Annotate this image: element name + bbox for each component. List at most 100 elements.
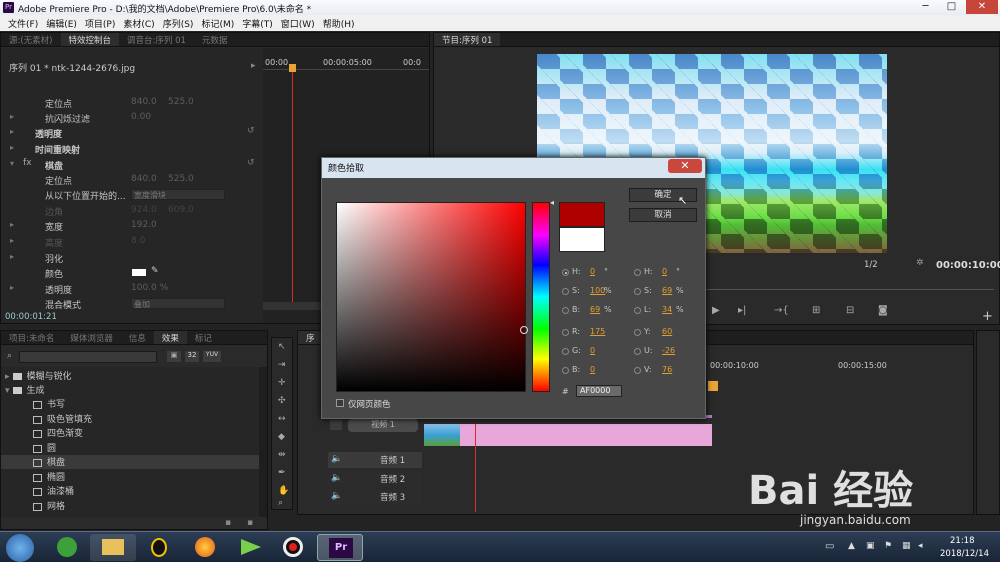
tray-volume-icon[interactable]: ◂ (918, 541, 923, 551)
video-track-label[interactable]: 视频 1 (348, 419, 418, 432)
zoom-tool-icon[interactable]: ⌕ (278, 498, 283, 508)
taskbar-player-icon[interactable] (228, 534, 274, 561)
saturation-brightness-field[interactable] (336, 202, 526, 392)
selection-tool-icon[interactable]: ↖ (278, 342, 286, 352)
audio-track-2-header[interactable]: 🔈 音频 2 (328, 471, 422, 487)
dialog-close-button[interactable]: ✕ (668, 159, 702, 173)
effects-search-input[interactable] (19, 351, 157, 363)
tab-source[interactable]: 源:(无素材) (1, 33, 61, 46)
folder-generate[interactable]: ▾ 生成 (5, 383, 255, 397)
close-window-button[interactable]: ✕ (966, 0, 998, 14)
tray-network-icon[interactable]: ▦ (902, 541, 911, 551)
prop-opacity-group[interactable]: ▸ 透明度 ↺ (1, 126, 263, 141)
tab-effects[interactable]: 效果 (153, 331, 187, 344)
folder-blur-sharpen[interactable]: ▸ 模糊与锐化 (5, 369, 255, 383)
program-timecode[interactable]: 00:00:10:00 (936, 260, 1000, 271)
tab-markers[interactable]: 标记 (187, 331, 220, 344)
audio-track-1-header[interactable]: 🔈 音频 1 (328, 452, 422, 468)
menu-title[interactable]: 字幕(T) (238, 15, 277, 31)
menu-project[interactable]: 项目(P) (81, 15, 119, 31)
minimize-button[interactable]: ─ (913, 0, 938, 14)
slip-tool-icon[interactable]: ⇹ (278, 450, 286, 460)
play-only-icon[interactable]: ▸ (251, 61, 256, 71)
accelerated-badge-icon[interactable]: ▣ (167, 351, 181, 362)
tab-audio-mixer[interactable]: 调音台:序列 01 (119, 33, 194, 46)
taskbar-qq-icon[interactable] (136, 534, 182, 561)
timeline-work-area-marker[interactable] (708, 381, 718, 391)
clock-time[interactable]: 21:18 (950, 536, 975, 546)
shuttle-icon[interactable]: →{ (774, 305, 789, 316)
clip-thumbnail[interactable] (424, 424, 460, 446)
color-swatch[interactable] (132, 269, 146, 276)
zoom-select[interactable]: 1/2 (864, 260, 878, 270)
effect-paint-bucket[interactable]: 油漆桶 (5, 484, 255, 498)
effect-circle[interactable]: 圆 (5, 441, 255, 455)
playhead-handle[interactable] (289, 64, 296, 72)
speaker-icon[interactable]: 🔈 (331, 491, 342, 501)
prop-width[interactable]: ▸ 宽度 192.0 (1, 219, 263, 234)
taskbar-premiere-icon[interactable]: Pr (317, 534, 363, 561)
effects-scrollbar[interactable] (259, 367, 267, 517)
menu-marker[interactable]: 标记(M) (197, 15, 238, 31)
size-from-dropdown[interactable]: 宽度滑块 (131, 189, 225, 200)
effect-grid[interactable]: 网格 (5, 499, 255, 513)
tray-flag-icon[interactable]: ⚑ (884, 541, 892, 551)
delete-icon[interactable]: ▪ (247, 518, 253, 528)
menu-file[interactable]: 文件(F) (4, 15, 42, 31)
hue-slider[interactable] (532, 202, 550, 392)
eyedropper-icon[interactable]: ✎ (151, 266, 159, 276)
start-button-icon[interactable] (6, 534, 34, 562)
effect-ellipse[interactable]: 椭圆 (5, 470, 255, 484)
taskbar-record-icon[interactable] (271, 534, 317, 561)
camera-icon[interactable]: ◙ (878, 305, 888, 316)
prop-checkerboard[interactable]: ▾ fx 棋盘 ↺ (1, 158, 263, 173)
yuv-badge[interactable]: YUV (203, 351, 221, 362)
wrench-icon[interactable]: ✲ (916, 258, 924, 268)
prop-size-from[interactable]: 从以下位置开始的... 宽度滑块 (1, 188, 263, 203)
hue-slider-arrow-icon[interactable]: ◂ (550, 198, 554, 207)
cancel-button[interactable]: 取消 (629, 208, 697, 222)
tab-metadata[interactable]: 元数据 (194, 33, 236, 46)
pen-tool-icon[interactable]: ✒ (278, 468, 286, 478)
speaker-icon[interactable]: 🔈 (331, 454, 342, 464)
taskbar-360-icon[interactable] (44, 534, 90, 561)
prop-opacity[interactable]: ▸ 透明度 100.0 % (1, 282, 263, 297)
blend-mode-dropdown[interactable]: 叠加 (131, 298, 225, 309)
rate-stretch-tool-icon[interactable]: ↔ (278, 414, 286, 424)
effect-eyedropper-fill[interactable]: 吸色管填充 (5, 412, 255, 426)
next-frame-icon[interactable]: ▸| (738, 305, 746, 316)
prop-feather[interactable]: ▸ 羽化 (1, 251, 263, 266)
tab-program[interactable]: 节目:序列 01 (434, 33, 501, 46)
hex-input[interactable]: AF0000 (576, 385, 622, 397)
color-selector-handle[interactable] (520, 326, 528, 334)
menu-window[interactable]: 窗口(W) (277, 15, 319, 31)
prop-anti-flicker[interactable]: ▸ 抗闪烁过滤 0.00 (1, 111, 263, 126)
clock-date[interactable]: 2018/12/14 (940, 549, 989, 559)
effect-4color-gradient[interactable]: 四色渐变 (5, 426, 255, 440)
taskbar-explorer-icon[interactable] (90, 534, 136, 561)
32bit-badge[interactable]: 32 (185, 351, 199, 362)
taskbar-firefox-icon[interactable] (182, 534, 228, 561)
web-colors-checkbox[interactable] (336, 399, 344, 407)
tray-up-icon[interactable]: ▲ (848, 541, 855, 551)
prop-time-remap[interactable]: ▸ 时间重映射 (1, 142, 263, 157)
tab-project[interactable]: 项目:未命名 (1, 331, 62, 344)
menu-clip[interactable]: 素材(C) (119, 15, 158, 31)
rolling-edit-tool-icon[interactable]: ✣ (278, 396, 286, 406)
new-bin-icon[interactable]: ▪ (225, 518, 231, 528)
effect-write-on[interactable]: 书写 (5, 397, 255, 411)
video-track-visibility-icon[interactable] (330, 420, 342, 430)
prop-blend-mode[interactable]: 混合模式 叠加 (1, 297, 263, 312)
tab-media-browser[interactable]: 媒体浏览器 (62, 331, 121, 344)
prop-checker-anchor[interactable]: 定位点 840.0 525.0 (1, 173, 263, 188)
extract-icon[interactable]: ⊟ (846, 305, 854, 316)
prop-corner[interactable]: 边角 924.0 609.0 (1, 204, 263, 219)
prop-height[interactable]: ▸ 高度 8.0 (1, 235, 263, 250)
hand-tool-icon[interactable]: ✋ (278, 486, 289, 496)
add-button-icon[interactable]: + (982, 309, 993, 324)
prop-color[interactable]: 颜色 ✎ (1, 266, 263, 281)
step-forward-icon[interactable]: ▶ (712, 305, 720, 316)
track-select-tool-icon[interactable]: ⇥ (278, 360, 286, 370)
effect-timecode[interactable]: 00:00:01:21 (5, 312, 57, 322)
menu-help[interactable]: 帮助(H) (319, 15, 359, 31)
